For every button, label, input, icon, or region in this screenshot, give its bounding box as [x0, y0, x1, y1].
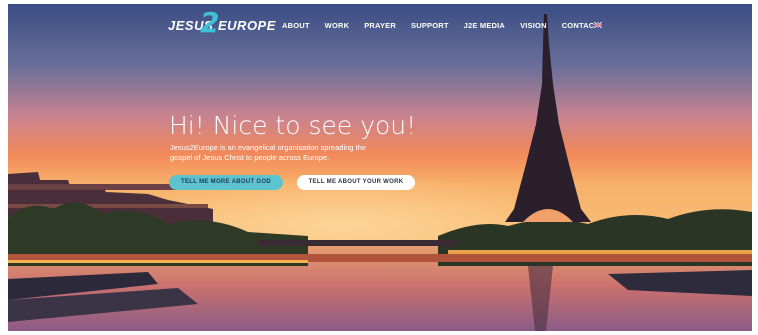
tell-me-about-your-work-button[interactable]: TELL ME ABOUT YOUR WORK	[297, 175, 415, 190]
uk-flag-icon[interactable]	[594, 22, 602, 28]
top-navigation: JESUS 2 EUROPE ABOUT WORK PRAYER SUPPORT…	[8, 8, 752, 42]
nav-item-work[interactable]: WORK	[325, 21, 350, 30]
page: JESUS 2 EUROPE ABOUT WORK PRAYER SUPPORT…	[8, 4, 752, 331]
nav-item-vision[interactable]: VISION	[520, 21, 547, 30]
tell-me-more-about-god-button[interactable]: TELL ME MORE ABOUT GOD	[169, 175, 283, 190]
hero-description-line-2: gospel of Jesus Christ to people across …	[170, 153, 330, 162]
hero-description: Jesus2Europe is an evangelical organisat…	[170, 143, 400, 163]
nav-item-support[interactable]: SUPPORT	[411, 21, 449, 30]
jesus2europe-logo[interactable]: JESUS 2 EUROPE	[168, 6, 275, 42]
hero-description-line-1: Jesus2Europe is an evangelical organisat…	[170, 143, 366, 152]
hero-title: Hi! Nice to see you!	[169, 111, 417, 140]
logo-digit-two: 2	[200, 6, 220, 39]
hero-background-image	[8, 4, 752, 331]
nav-item-j2e-media[interactable]: J2E MEDIA	[464, 21, 505, 30]
main-menu: ABOUT WORK PRAYER SUPPORT J2E MEDIA VISI…	[282, 21, 614, 30]
nav-item-about[interactable]: ABOUT	[282, 21, 310, 30]
nav-item-prayer[interactable]: PRAYER	[364, 21, 396, 30]
logo-word-europe: EUROPE	[218, 18, 276, 33]
